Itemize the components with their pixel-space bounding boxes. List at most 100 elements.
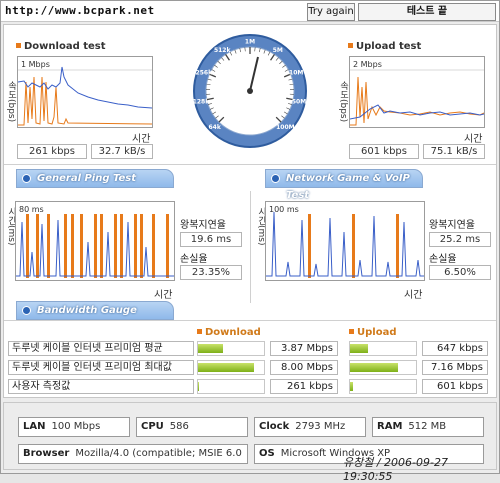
gauge-tick-label: 64k — [208, 124, 221, 131]
gauge-tick-label: 128k — [193, 98, 211, 105]
site-url: http://www.bcpark.net — [5, 4, 155, 17]
upload-bar-fill — [350, 363, 398, 372]
loss-bar — [80, 214, 83, 278]
ping-rtt-label: 왕복지연율 — [180, 216, 226, 231]
loss-bar — [26, 214, 29, 278]
bandwidth-row-label: 두루넷 케이블 인터넷 프리미엄 평균 — [8, 341, 194, 356]
game-graph: 100 ms — [265, 201, 425, 281]
status-box: 테스트 끝 — [358, 3, 496, 21]
loss-bar — [152, 214, 155, 278]
upload-bar — [349, 360, 417, 375]
gauge-tick-label: 100M — [276, 124, 295, 131]
cpu-info: CPU586 — [136, 417, 248, 437]
upload-orange-line — [350, 77, 484, 125]
loss-bar — [94, 214, 97, 278]
loss-bar — [71, 214, 74, 278]
download-bar — [197, 341, 265, 356]
loss-bar — [47, 214, 50, 278]
game-x-axis-label: 시간 — [404, 286, 422, 301]
download-bar-value: 3.87 Mbps — [270, 341, 338, 356]
loss-bar — [64, 214, 67, 278]
upload-title: Upload test — [348, 41, 421, 52]
browser-info: BrowserMozilla/4.0 (compatible; MSIE 6.0 — [18, 444, 248, 464]
section-divider — [4, 164, 496, 165]
ping-scale-label: 80 ms — [19, 205, 44, 214]
download-kbps-value: 261 kbps — [17, 144, 87, 159]
loss-bar — [308, 214, 311, 278]
clock-info: Clock2793 MHz — [254, 417, 366, 437]
gauge-tick-label: 1M — [245, 39, 255, 46]
game-rtt-value: 25.2 ms — [429, 232, 491, 247]
tab-network-game-voip[interactable]: Network Game & VoIP Test — [265, 169, 423, 188]
gauge-hub — [247, 88, 253, 94]
bullet-icon — [197, 329, 202, 334]
ping-loss-label: 손실율 — [180, 250, 208, 265]
download-bar-fill — [198, 344, 223, 353]
game-loss-label: 손실율 — [429, 250, 457, 265]
main-panel: Download test 속도(bps) 1 Mbps 시간 261 kbps… — [3, 24, 497, 398]
upload-graph: 2 Mbps — [349, 56, 485, 128]
loss-bar — [396, 214, 399, 278]
upload-bar-fill — [350, 382, 353, 391]
download-x-axis-label: 시간 — [132, 130, 150, 145]
signature-timestamp: 유창철 / 2006-09-27 19:30:55 — [343, 454, 500, 483]
download-graph-svg: 1 Mbps — [18, 57, 152, 127]
upload-x-axis-label: 시간 — [464, 130, 482, 145]
bandwidth-upload-header: Upload — [349, 327, 396, 338]
bullet-icon — [348, 43, 353, 48]
ping-graph: 80 ms — [15, 201, 175, 281]
ping-graph-svg: 80 ms — [16, 202, 174, 280]
bandwidth-row-label: 사용자 측정값 — [8, 379, 194, 394]
game-blue-line — [266, 212, 424, 276]
download-scale-label: 1 Mbps — [21, 60, 50, 69]
tab-bullet-icon — [22, 174, 31, 183]
loss-bar — [120, 214, 123, 278]
loss-bar — [134, 214, 137, 278]
game-rtt-label: 왕복지연율 — [429, 216, 475, 231]
download-graph: 1 Mbps — [17, 56, 153, 128]
download-bar — [197, 379, 265, 394]
upload-kBs-value: 75.1 kB/s — [423, 144, 485, 159]
download-bar-value: 261 kbps — [270, 379, 338, 394]
tab-general-ping[interactable]: General Ping Test — [16, 169, 174, 188]
try-again-button[interactable]: Try again — [307, 3, 355, 21]
gauge-svg: 64k128k256k512k1M5M10M50M100M — [192, 33, 308, 149]
gauge-tick-label: 256k — [196, 69, 214, 76]
game-scale-label: 100 ms — [269, 205, 299, 214]
upload-bar-fill — [350, 344, 368, 353]
download-orange-line — [18, 77, 152, 125]
bandwidth-download-header: Download — [197, 327, 261, 338]
bandwidth-divider — [4, 320, 496, 321]
download-bar-fill — [198, 382, 199, 391]
loss-bar — [166, 214, 169, 278]
upload-kbps-value: 601 kbps — [349, 144, 419, 159]
gauge-tick-label: 512k — [214, 47, 232, 54]
download-title: Download test — [16, 41, 106, 52]
bullet-icon — [349, 329, 354, 334]
lan-info: LAN100 Mbps — [18, 417, 130, 437]
loss-bar — [352, 214, 355, 278]
download-blue-line — [18, 67, 152, 108]
upload-bar-value: 647 kbps — [422, 341, 488, 356]
ping-loss-value: 23.35% — [180, 265, 242, 280]
upload-scale-label: 2 Mbps — [353, 60, 382, 69]
loss-bar — [114, 214, 117, 278]
download-bar-fill — [198, 363, 254, 372]
upload-bar — [349, 379, 417, 394]
ping-divider — [250, 191, 251, 303]
loss-bar — [140, 214, 143, 278]
gauge-tick-label: 5M — [273, 47, 283, 54]
top-bar: http://www.bcpark.net Try again 테스트 끝 — [1, 1, 499, 22]
upload-bar — [349, 341, 417, 356]
game-graph-svg: 100 ms — [266, 202, 424, 280]
game-loss-value: 6.50% — [429, 265, 491, 280]
download-kBs-value: 32.7 kB/s — [91, 144, 153, 159]
bullet-icon — [16, 43, 21, 48]
download-bar — [197, 360, 265, 375]
tab-bandwidth-gauge[interactable]: Bandwidth Gauge — [16, 301, 174, 320]
upload-bar-value: 7.16 Mbps — [422, 360, 488, 375]
tab-bullet-icon — [22, 306, 31, 315]
upload-bar-value: 601 kbps — [422, 379, 488, 394]
download-bar-value: 8.00 Mbps — [270, 360, 338, 375]
ping-rtt-value: 19.6 ms — [180, 232, 242, 247]
